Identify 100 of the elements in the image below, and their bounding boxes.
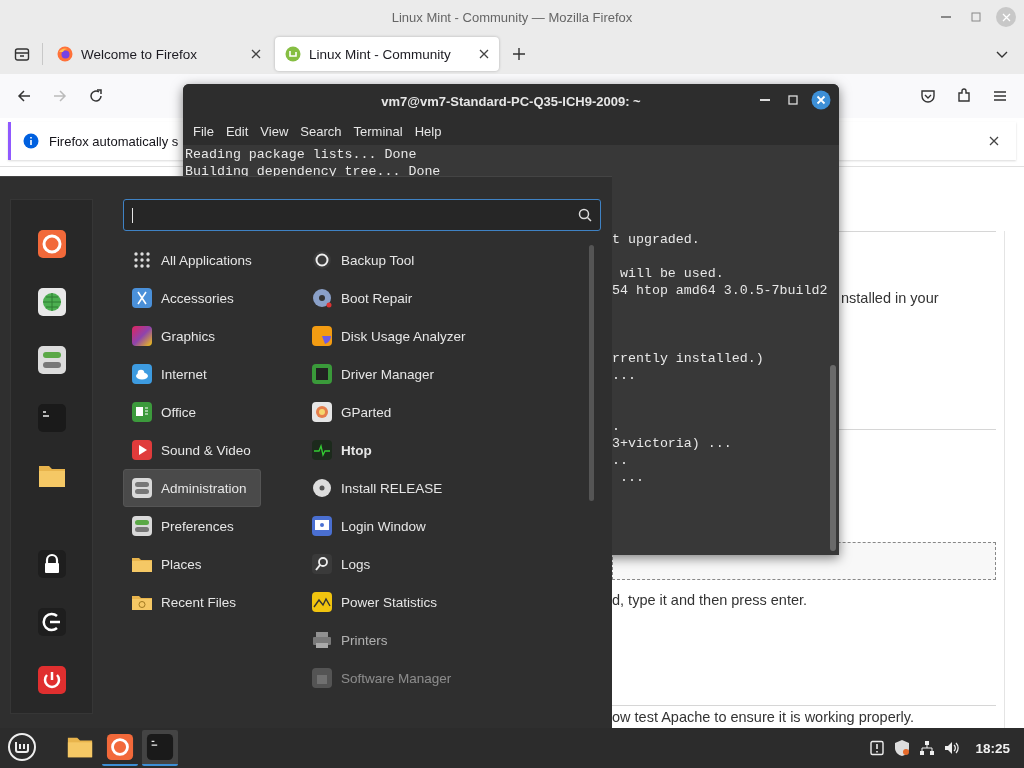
close-button[interactable] xyxy=(811,90,831,110)
app-item[interactable]: Boot Repair xyxy=(303,279,573,317)
terminal-icon xyxy=(36,403,67,433)
scissors-icon xyxy=(131,287,153,309)
document-icon xyxy=(131,401,153,423)
category-item[interactable]: Recent Files xyxy=(123,583,261,621)
clock[interactable]: 18:25 xyxy=(975,740,1010,756)
alert-icon xyxy=(869,740,886,756)
firefox-icon xyxy=(106,733,134,761)
terminal-line: .. xyxy=(612,452,628,469)
terminal-line: ... xyxy=(618,469,644,486)
app-label: Power Statistics xyxy=(341,594,438,610)
plus-icon xyxy=(512,47,526,61)
network-icon xyxy=(919,740,936,756)
menu-item[interactable]: Edit xyxy=(219,124,255,139)
category-item[interactable]: Accessories xyxy=(123,279,261,317)
pocket-icon xyxy=(920,88,936,104)
monitor-icon xyxy=(311,515,333,537)
line-chart-icon xyxy=(311,591,333,613)
disc-icon xyxy=(311,477,333,499)
scrollbar-thumb[interactable] xyxy=(589,245,594,501)
app-item[interactable]: Disk Usage Analyzer xyxy=(303,317,573,355)
maximize-icon xyxy=(788,95,798,105)
terminal-line: 54 htop amd64 3.0.5-7build2 xyxy=(612,282,828,299)
app-item[interactable]: Driver Manager xyxy=(303,355,573,393)
close-icon xyxy=(479,49,489,59)
app-item[interactable]: Logs xyxy=(303,545,573,583)
tray-icon xyxy=(14,46,30,62)
category-item[interactable]: All Applications xyxy=(123,241,261,279)
app-label: Driver Manager xyxy=(341,366,435,382)
category-item[interactable]: Administration xyxy=(123,469,261,507)
app-label: Boot Repair xyxy=(341,290,413,306)
app-item[interactable]: Login Window xyxy=(303,507,573,545)
toggles-icon xyxy=(131,477,153,499)
app-item[interactable]: GParted xyxy=(303,393,573,431)
category-label: Accessories xyxy=(161,290,234,306)
minimize-icon xyxy=(941,16,951,18)
app-item[interactable]: Software Manager xyxy=(303,659,573,695)
category-item[interactable]: Office xyxy=(123,393,261,431)
close-icon xyxy=(251,49,261,59)
scrollbar-thumb[interactable] xyxy=(830,365,836,551)
category-item[interactable]: Graphics xyxy=(123,317,261,355)
app-label: Software Manager xyxy=(341,670,452,686)
category-item[interactable]: Internet xyxy=(123,355,261,393)
volume-icon xyxy=(943,740,962,756)
palette-icon xyxy=(131,325,153,347)
category-label: Graphics xyxy=(161,328,216,344)
app-item[interactable]: Backup Tool xyxy=(303,241,573,279)
tab-label: Welcome to Firefox xyxy=(81,46,199,62)
app-item[interactable]: Power Statistics xyxy=(303,583,573,621)
magnifier-icon xyxy=(311,553,333,575)
category-label: Recent Files xyxy=(161,594,237,610)
browser-tab[interactable]: Welcome to Firefox xyxy=(47,37,271,71)
category-label: Internet xyxy=(161,366,207,382)
printer-icon xyxy=(311,629,333,651)
forward-arrow-icon xyxy=(52,88,68,104)
minimize-icon xyxy=(760,99,770,101)
app-item[interactable]: Printers xyxy=(303,621,573,659)
terminal-line: will be used. xyxy=(618,265,724,282)
disc-icon xyxy=(311,287,333,309)
terminal-icon xyxy=(146,733,174,761)
terminal-line: 3+victoria) ... xyxy=(612,435,732,452)
close-icon xyxy=(811,90,831,110)
app-label: Htop xyxy=(341,442,372,458)
category-label: Sound & Video xyxy=(161,442,251,458)
firefox-logo-icon xyxy=(57,46,73,62)
category-label: All Applications xyxy=(161,252,252,268)
paragraph: ow test Apache to ensure it is working properly. xyxy=(612,709,914,726)
category-label: Preferences xyxy=(161,518,234,534)
partition-icon xyxy=(311,401,333,423)
terminal-line: Building dependency tree... Done xyxy=(185,163,441,180)
app-item[interactable]: Htop xyxy=(303,431,573,469)
maximize-icon xyxy=(971,12,981,22)
terminal-line: Reading package lists... Done xyxy=(185,146,417,163)
terminal-line: . xyxy=(612,418,620,435)
grid-icon xyxy=(131,249,153,271)
back-arrow-icon xyxy=(16,88,32,104)
menu-item[interactable]: Help xyxy=(408,124,448,139)
category-label: Administration xyxy=(161,480,247,496)
browser-tab[interactable]: Linux Mint - Community xyxy=(275,37,499,71)
reload-icon xyxy=(88,88,104,104)
menu-item[interactable]: Search xyxy=(294,124,348,139)
app-label: Login Window xyxy=(341,518,426,534)
menu-item[interactable]: View xyxy=(254,124,295,139)
menu-item[interactable]: Terminal xyxy=(347,124,409,139)
toggles-icon xyxy=(131,515,153,537)
cloud-icon xyxy=(131,363,153,385)
search-field[interactable] xyxy=(123,199,601,231)
category-label: Places xyxy=(161,556,202,572)
search-icon xyxy=(578,208,592,222)
category-item[interactable]: Places xyxy=(123,545,261,583)
category-item[interactable]: Preferences xyxy=(123,507,261,545)
category-item[interactable]: Sound & Video xyxy=(123,431,261,469)
toggles-icon xyxy=(36,345,67,375)
menu-item[interactable]: File xyxy=(187,124,220,139)
pulse-icon xyxy=(311,439,333,461)
app-label: Logs xyxy=(341,556,371,572)
backup-icon xyxy=(311,249,333,271)
window-title: Linux Mint - Community — Mozilla Firefox xyxy=(391,9,633,25)
app-item[interactable]: Install RELEASE xyxy=(303,469,573,507)
